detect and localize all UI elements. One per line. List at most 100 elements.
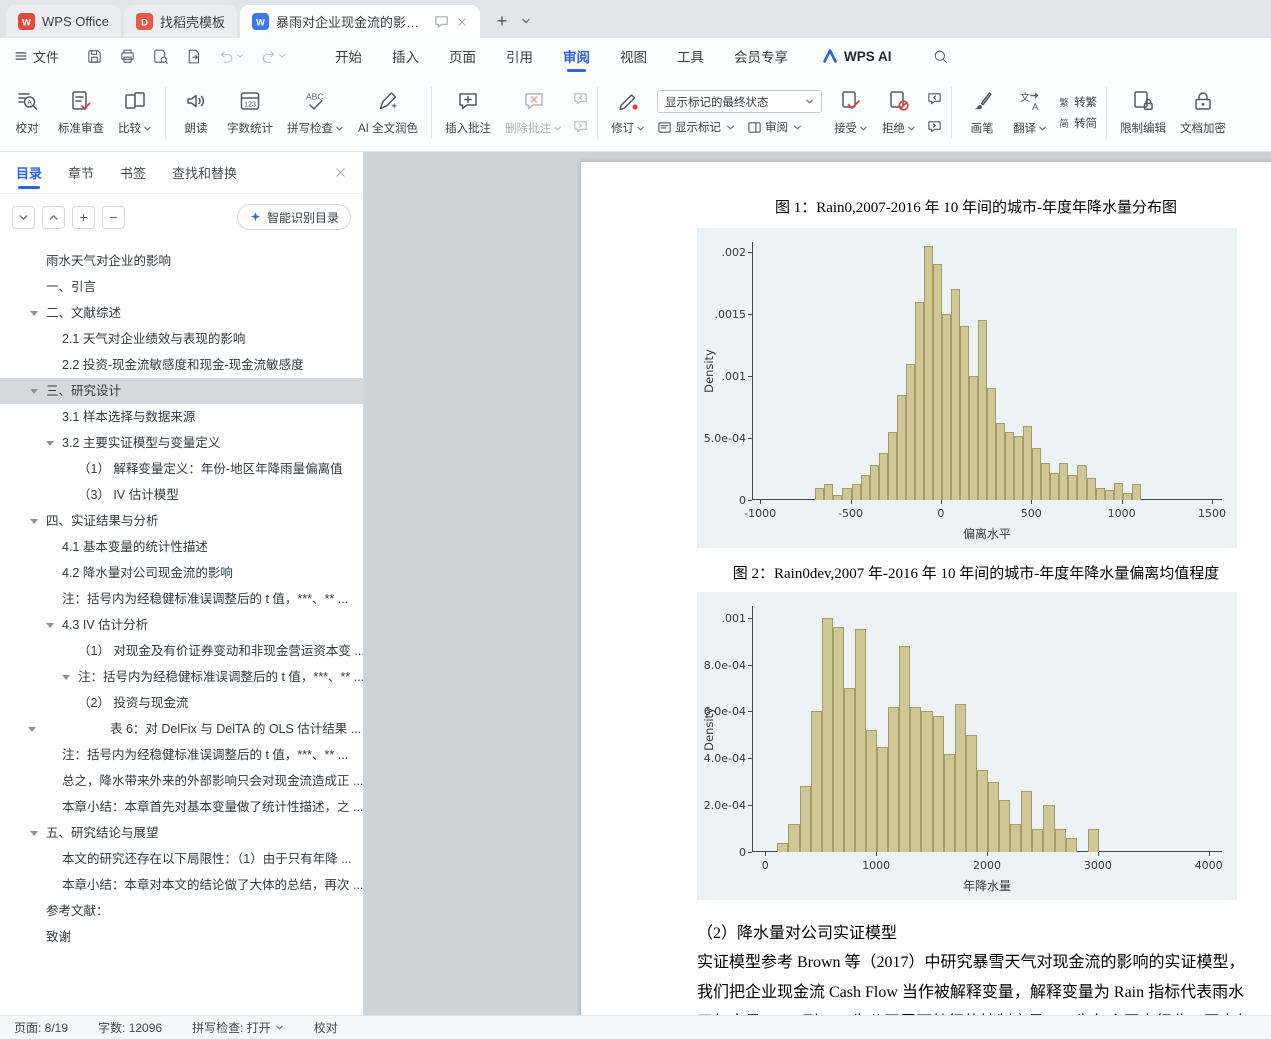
menu-tab-insert[interactable]: 插入: [392, 38, 419, 74]
proofread-button[interactable]: A 校对: [4, 80, 50, 146]
tab-close-icon[interactable]: [456, 16, 468, 28]
toc-item[interactable]: 致谢: [0, 924, 363, 950]
menu-tab-review[interactable]: 审阅: [563, 38, 590, 74]
insert-comment-button[interactable]: 插入批注: [439, 80, 497, 146]
toc-item[interactable]: （2） 投资与现金流: [0, 690, 363, 716]
toc-item[interactable]: 总之，降水带来外来的外部影响只会对现金流造成正 ...: [0, 768, 363, 794]
markup-state-select[interactable]: 显示标记的最终状态: [657, 90, 823, 113]
toc-item[interactable]: 2.2 投资-现金流敏感度和现金-现金流敏感度: [0, 352, 363, 378]
toc-item[interactable]: 五、研究结论与展望: [0, 820, 363, 846]
to-traditional-button[interactable]: 繁转繁: [1057, 94, 1097, 110]
export-pdf-button[interactable]: [182, 45, 205, 68]
print-button[interactable]: [116, 45, 139, 68]
menu-tab-member[interactable]: 会员专享: [734, 38, 788, 74]
next-comment-button[interactable]: [570, 117, 590, 137]
restrict-editing-button[interactable]: 限制编辑: [1114, 80, 1172, 146]
toc-item[interactable]: 二、文献综述: [0, 300, 363, 326]
toc-item[interactable]: 本文的研究还存在以下局限性：（1）由于只有年降 ...: [0, 846, 363, 872]
expand-arrow-icon[interactable]: [30, 389, 38, 394]
previous-comment-button[interactable]: [570, 89, 590, 109]
document-area[interactable]: 图 1：Rain0,2007-2016 年 10 年间的城市-年度年降水量分布图…: [364, 152, 1271, 1015]
toc-item[interactable]: 2.1 天气对企业绩效与表现的影响: [0, 326, 363, 352]
toc-item[interactable]: 4.3 IV 估计分析: [0, 612, 363, 638]
toc-item[interactable]: 本章小结：本章首先对基本变量做了统计性描述，之 ...: [0, 794, 363, 820]
undo-button[interactable]: [215, 45, 247, 68]
translate-button[interactable]: 文 A 翻译: [1007, 80, 1053, 146]
sidebar-tab-toc[interactable]: 目录: [16, 152, 42, 194]
expand-arrow-icon[interactable]: [46, 441, 54, 446]
toc-item[interactable]: 注：括号内为经稳健标准误调整后的 t 值，***、** ...: [0, 586, 363, 612]
menu-tab-tools[interactable]: 工具: [677, 38, 704, 74]
toc-item[interactable]: 4.2 降水量对公司现金流的影响: [0, 560, 363, 586]
delete-comment-button[interactable]: 删除批注: [499, 80, 568, 146]
window-tab-document[interactable]: W 暴雨对企业现金流的影响与企...: [239, 5, 480, 38]
toc-item[interactable]: 4.1 基本变量的统计性描述: [0, 534, 363, 560]
sidebar-tab-bookmarks[interactable]: 书签: [120, 152, 146, 194]
proofread-status[interactable]: 校对: [314, 1019, 338, 1036]
expand-arrow-icon[interactable]: [62, 675, 70, 680]
toc-item[interactable]: 注：括号内为经稳健标准误调整后的 t 值，***、** ...: [0, 742, 363, 768]
smart-toc-button[interactable]: 智能识别目录: [236, 204, 351, 230]
standard-review-button[interactable]: 标准审查: [52, 80, 110, 146]
previous-change-button[interactable]: [924, 89, 944, 109]
menu-tab-page[interactable]: 页面: [449, 38, 476, 74]
toc-item[interactable]: 雨水天气对企业的影响: [0, 248, 363, 274]
track-changes-button[interactable]: 修订: [605, 80, 651, 146]
page-indicator[interactable]: 页面: 8/19: [14, 1019, 68, 1036]
tab-comment-icon[interactable]: [434, 14, 449, 29]
save-button[interactable]: [83, 45, 106, 68]
redo-button[interactable]: [257, 45, 289, 68]
window-tab-docer[interactable]: D 找稻壳模板: [123, 5, 237, 38]
toc-item[interactable]: 注：括号内为经稳健标准误调整后的 t 值，***、** ...: [0, 664, 363, 690]
document-page[interactable]: 图 1：Rain0,2007-2016 年 10 年间的城市-年度年降水量分布图…: [581, 162, 1271, 1015]
encrypt-document-button[interactable]: 文档加密: [1174, 80, 1232, 146]
collapse-all-button[interactable]: [12, 205, 35, 229]
ink-pen-button[interactable]: 画笔: [959, 80, 1005, 146]
spell-check-button[interactable]: ABC 拼写检查: [281, 80, 350, 146]
accept-button[interactable]: 接受: [828, 80, 874, 146]
toc-item[interactable]: 一、引言: [0, 274, 363, 300]
menu-tab-reference[interactable]: 引用: [506, 38, 533, 74]
show-markup-button[interactable]: 显示标记: [657, 119, 735, 135]
expand-arrow-icon[interactable]: [30, 311, 38, 316]
spell-check-status[interactable]: 拼写检查: 打开: [192, 1019, 284, 1036]
expand-level-button[interactable]: +: [72, 205, 95, 229]
compare-button[interactable]: 比较: [112, 80, 158, 146]
reject-button[interactable]: 拒绝: [876, 80, 922, 146]
search-icon[interactable]: [932, 48, 949, 65]
read-aloud-button[interactable]: 朗读: [173, 80, 219, 146]
print-preview-button[interactable]: [149, 45, 172, 68]
word-count-button[interactable]: 123 字数统计: [221, 80, 279, 146]
sidebar-tab-chapters[interactable]: 章节: [68, 152, 94, 194]
toc-item[interactable]: 表 6：对 DelFix 与 DelTA 的 OLS 估计结果 ...: [0, 716, 363, 742]
expand-arrow-icon[interactable]: [30, 831, 38, 836]
expand-arrow-icon[interactable]: [46, 623, 54, 628]
toc-item[interactable]: 四、实证结果与分析: [0, 508, 363, 534]
toc-item[interactable]: 本章小结：本章对本文的结论做了大体的总结，再次 ...: [0, 872, 363, 898]
tab-list-chevron-down-icon[interactable]: [517, 12, 535, 30]
expand-arrow-icon[interactable]: [30, 519, 38, 524]
file-menu-button[interactable]: 文件: [0, 47, 69, 66]
expand-arrow-icon[interactable]: [28, 727, 36, 732]
toc-item[interactable]: 参考文献：: [0, 898, 363, 924]
new-tab-button[interactable]: +: [489, 8, 515, 34]
sidebar-tab-find-replace[interactable]: 查找和替换: [172, 152, 237, 194]
close-sidebar-icon[interactable]: [334, 166, 347, 179]
to-simplified-button[interactable]: 简转简: [1057, 115, 1097, 131]
toc-item[interactable]: （3） IV 估计模型: [0, 482, 363, 508]
window-tab-wps-home[interactable]: W WPS Office: [6, 5, 121, 38]
toc-item[interactable]: 三、研究设计: [0, 378, 363, 404]
ai-polish-button[interactable]: AI 全文润色: [352, 80, 424, 146]
toc-item[interactable]: （1） 解释变量定义：年份-地区年降雨量偏离值: [0, 456, 363, 482]
collapse-level-button[interactable]: −: [102, 205, 125, 229]
wps-ai-button[interactable]: WPS AI: [822, 48, 892, 64]
toc-item[interactable]: 3.1 样本选择与数据来源: [0, 404, 363, 430]
menu-tab-view[interactable]: 视图: [620, 38, 647, 74]
toc-item[interactable]: 3.2 主要实证模型与变量定义: [0, 430, 363, 456]
expand-all-button[interactable]: [42, 205, 65, 229]
next-change-button[interactable]: [924, 117, 944, 137]
toc-item[interactable]: （1） 对现金及有价证券变动和非现金营运资本变 ...: [0, 638, 363, 664]
word-count-indicator[interactable]: 字数: 12096: [98, 1019, 162, 1036]
menu-tab-home[interactable]: 开始: [335, 38, 362, 74]
review-pane-button[interactable]: 审阅: [747, 119, 802, 135]
